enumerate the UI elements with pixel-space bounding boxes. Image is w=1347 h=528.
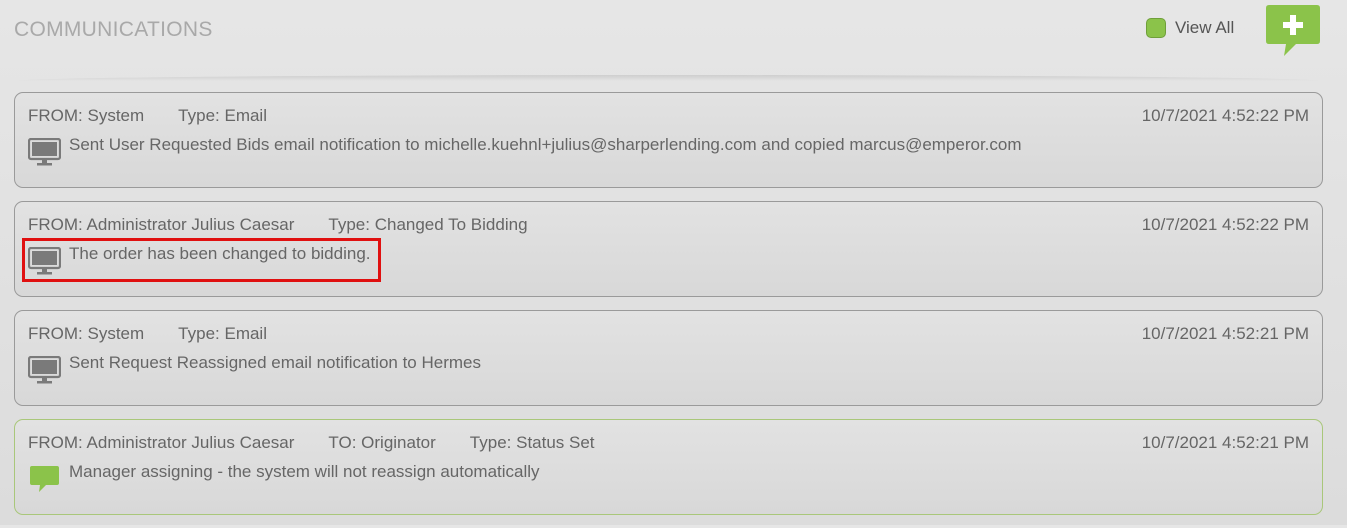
view-all-toggle[interactable]: View All — [1146, 16, 1234, 40]
to-label: TO: Originator — [328, 433, 436, 452]
message-text: Manager assigning - the system will not … — [69, 462, 540, 481]
type-label: Type: Status Set — [469, 433, 595, 452]
speech-bubble-icon — [30, 466, 59, 492]
communication-item[interactable]: FROM: Administrator Julius Caesar TO: Ori… — [14, 419, 1323, 515]
message-text: Sent Request Reassigned email notificati… — [69, 353, 481, 372]
from-label: FROM: Administrator Julius Caesar — [28, 215, 295, 234]
add-communication-button[interactable] — [1266, 5, 1320, 57]
plus-speech-bubble-icon — [1266, 5, 1320, 56]
communication-item[interactable]: FROM: System Type: Email 10/7/2021 4:52:2… — [14, 310, 1323, 406]
communications-list: FROM: System Type: Email 10/7/2021 4:52:2… — [14, 92, 1323, 528]
communication-meta: FROM: Administrator Julius Caesar Type: C… — [28, 215, 562, 235]
timestamp: 10/7/2021 4:52:22 PM — [1141, 215, 1309, 234]
view-all-label[interactable]: View All — [1175, 18, 1234, 38]
type-label: Type: Email — [178, 106, 267, 125]
type-label: Type: Changed To Bidding — [328, 215, 528, 234]
header-divider — [14, 75, 1323, 81]
timestamp: 10/7/2021 4:52:21 PM — [1141, 433, 1309, 452]
type-label: Type: Email — [178, 324, 267, 343]
view-all-checkbox[interactable] — [1146, 18, 1166, 38]
from-label: FROM: System — [28, 106, 145, 125]
communications-header: COMMUNICATIONS View All — [0, 0, 1347, 81]
communication-meta: FROM: System Type: Email — [28, 106, 301, 126]
from-label: FROM: System — [28, 324, 145, 343]
monitor-icon — [28, 138, 61, 166]
communication-item[interactable]: FROM: System Type: Email 10/7/2021 4:52:2… — [14, 92, 1323, 188]
communication-meta: FROM: System Type: Email — [28, 324, 301, 344]
monitor-icon — [28, 356, 61, 384]
timestamp: 10/7/2021 4:52:22 PM — [1141, 106, 1309, 125]
message-text: Sent User Requested Bids email notificat… — [69, 135, 1022, 154]
page-title: COMMUNICATIONS — [14, 18, 213, 41]
communication-meta: FROM: Administrator Julius Caesar TO: Ori… — [28, 433, 629, 453]
from-label: FROM: Administrator Julius Caesar — [28, 433, 295, 452]
timestamp: 10/7/2021 4:52:21 PM — [1141, 324, 1309, 343]
highlight-box — [22, 238, 381, 282]
